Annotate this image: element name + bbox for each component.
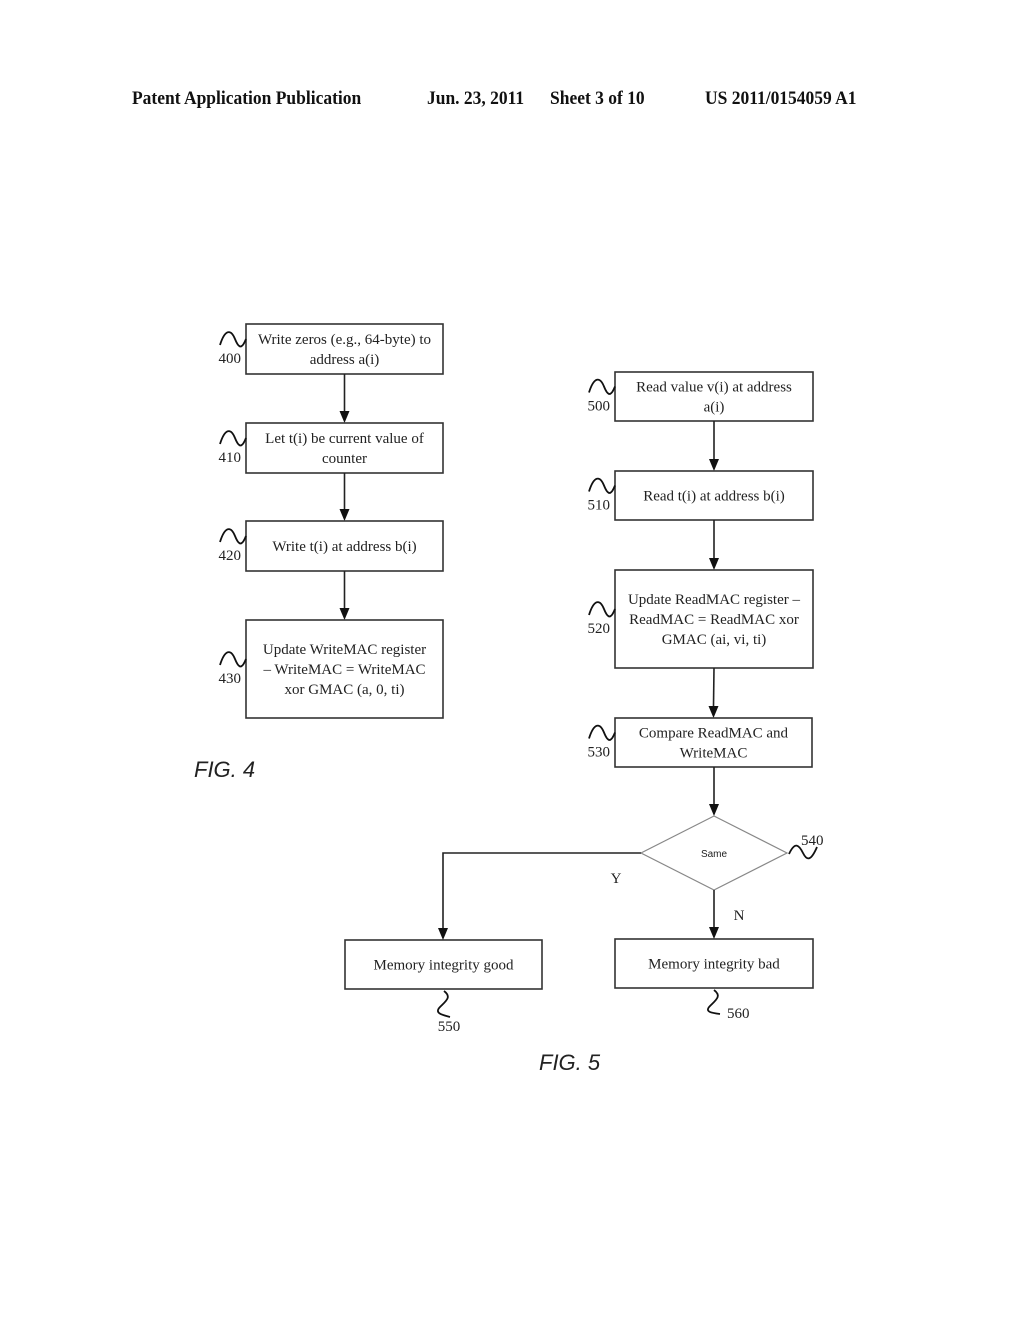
fig5-arrow: [712, 667, 715, 707]
fig5-step-530: Compare ReadMAC and WriteMAC: [614, 717, 813, 768]
fig5-step-520-text-line: Update ReadMAC register –: [628, 592, 801, 608]
fig4-step-420: Write t(i) at address b(i): [245, 520, 444, 572]
fig5-arrow-head: [709, 558, 719, 570]
fig4-arrow-head: [339, 509, 350, 521]
fig4-step-410-text-line: Let t(i) be current value of: [265, 431, 424, 447]
fig4-ref-label: 420: [219, 548, 242, 564]
fig4-ref-label: 430: [219, 671, 242, 687]
decision-ref-label: 540: [801, 833, 824, 849]
yes-label: Y: [611, 871, 622, 887]
decision-label: Same: [701, 849, 728, 860]
fig5-ref-squiggle-icon: [588, 724, 616, 741]
fig5-step-500-text-line: a(i): [704, 400, 725, 416]
fig4-step-410-text-line: counter: [322, 451, 367, 467]
fig4-label: FIG. 4: [194, 757, 255, 782]
fig5-ref-squiggle-icon: [588, 477, 616, 494]
fig5-step-510: Read t(i) at address b(i): [614, 470, 814, 521]
yes-branch-arrowhead: [438, 928, 448, 940]
yes-branch-line: [442, 852, 641, 928]
fig5-arrow-to-decision-head: [709, 804, 719, 816]
fig5-step-520-text-line: GMAC (ai, vi, ti): [662, 632, 767, 648]
fig5-step-500: Read value v(i) at address a(i): [614, 371, 814, 422]
fig5-arrow-head: [708, 706, 719, 718]
fig4-ref-squiggle-icon: [219, 528, 247, 545]
fig5-ref-squiggle-icon: [588, 378, 616, 395]
fig5-ref-label: 520: [588, 621, 611, 637]
fig4-ref-label: 400: [219, 351, 242, 367]
fig5-outcome-560: Memory integrity bad: [614, 938, 814, 989]
no-label: N: [734, 908, 745, 924]
fig4-step-400-text-line: address a(i): [310, 352, 380, 368]
fig4-ref-squiggle-icon: [219, 331, 247, 348]
outcome-560-ref-label: 560: [727, 1006, 750, 1022]
fig5-outcome-550: Memory integrity good: [344, 939, 543, 990]
fig5-outcome-550-text-line: Memory integrity good: [374, 958, 514, 974]
fig5-step-500-text-line: Read value v(i) at address: [636, 380, 792, 396]
fig5-step-520-text-line: ReadMAC = ReadMAC xor: [629, 612, 799, 628]
fig4-step-400-text-line: Write zeros (e.g., 64-byte) to: [258, 332, 431, 348]
fig4-step-410: Let t(i) be current value of counter: [245, 422, 444, 474]
fig5-label: FIG. 5: [539, 1050, 601, 1075]
fig5-ref-squiggle-icon: [588, 601, 616, 618]
fig4-step-430-text-line: – WriteMAC = WriteMAC: [262, 662, 425, 678]
fig5-ref-label: 500: [588, 399, 611, 415]
fig5-step-510-text-line: Read t(i) at address b(i): [643, 489, 785, 505]
fig4-step-430-text-line: xor GMAC (a, 0, ti): [285, 682, 405, 698]
fig4-ref-squiggle-icon: [219, 430, 247, 447]
fig5-ref-label: 510: [588, 498, 611, 514]
fig4-step-430-text-line: Update WriteMAC register: [263, 642, 426, 658]
fig4-step-420-text-line: Write t(i) at address b(i): [272, 539, 416, 555]
fig5-step-520: Update ReadMAC register – ReadMAC = ReadM…: [614, 569, 814, 669]
outcome-550-squiggle-icon: [437, 990, 451, 1018]
fig5-ref-label: 530: [588, 745, 611, 761]
fig5-step-530-text-line: WriteMAC: [680, 746, 748, 762]
no-branch-arrow-head: [709, 927, 719, 939]
fig5-outcome-560-text-line: Memory integrity bad: [648, 957, 780, 973]
fig4-arrow-head: [339, 411, 350, 423]
fig4-ref-label: 410: [219, 450, 242, 466]
outcome-550-ref-label: 550: [438, 1019, 461, 1035]
fig4-step-400: Write zeros (e.g., 64-byte) to address a(…: [245, 323, 444, 375]
outcome-560-squiggle-icon: [707, 989, 721, 1015]
fig4-arrow-head: [339, 608, 350, 620]
fig4-step-430: Update WriteMAC register – WriteMAC = Wri…: [245, 619, 444, 719]
flowchart-diagram: Write zeros (e.g., 64-byte) to address a(…: [194, 323, 824, 1075]
fig5-arrow-head: [709, 459, 719, 471]
fig4-ref-squiggle-icon: [219, 651, 247, 668]
fig5-step-530-text-line: Compare ReadMAC and: [639, 726, 789, 742]
